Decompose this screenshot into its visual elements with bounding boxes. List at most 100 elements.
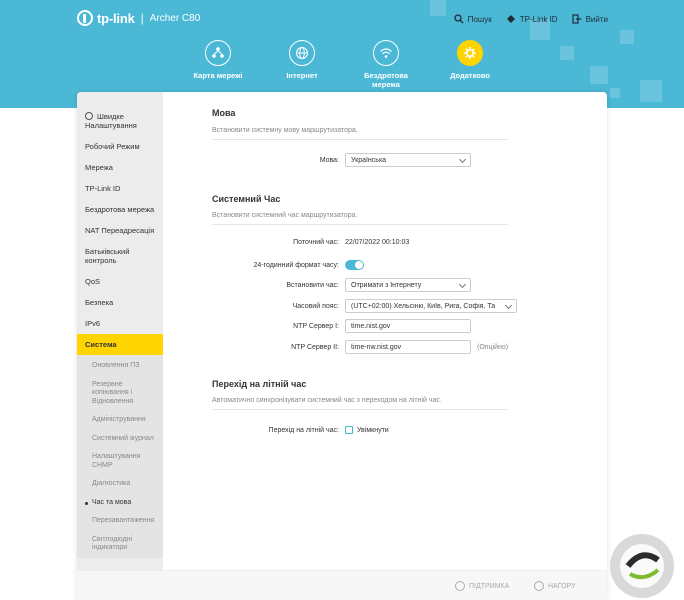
sidebar-item-label: Бездротова мережа [85,205,155,214]
time-format-row: 24-годинний формат часу: [163,260,364,270]
logout-icon [571,14,582,24]
sidebar-subitem-firmware[interactable]: Оновлення ПЗ [77,357,163,376]
set-time-select-value: Отримати з Інтернету [351,281,422,289]
brand-separator: | [140,11,144,25]
sidebar: Швидке Налаштування Робочий Режим Мережа… [77,92,163,570]
sidebar-subitem-led[interactable]: Світлодіодні індикатори [77,531,163,558]
wifi-icon [373,40,399,66]
timezone-row: Часовий пояс: (UTC+02:00) Хельсінкі, Киї… [163,299,517,313]
decor-pixel [620,30,634,44]
chevron-down-icon [504,301,513,310]
sidebar-item-label: NAT Переадресація [85,226,155,235]
dst-row: Перехід на літній час: Увімкнути [163,426,389,434]
tab-wireless[interactable]: Бездротова мережа [344,40,428,89]
tab-internet[interactable]: Інтернет [260,40,344,89]
sidebar-subitem-admin[interactable]: Адміністрування [77,411,163,430]
sidebar-subitem-label: Налаштування СНМР [92,453,141,469]
ntp1-value: time.nist.gov [351,322,391,330]
dst-checkbox-label[interactable]: Увімкнути [357,427,389,434]
sidebar-item-system[interactable]: Система [77,334,163,355]
main-panel: Швидке Налаштування Робочий Режим Мережа… [77,92,607,600]
sidebar-item-qos[interactable]: QoS [77,271,163,292]
decor-pixel [560,46,574,60]
dst-section-desc: Автоматично синхронізувати системний час… [212,397,508,410]
logout-label: Вийти [585,14,608,24]
brand-logo[interactable]: tp-link | Archer C80 [77,10,200,26]
sidebar-subitem-label: Резервне копіювання і Відновлення [92,380,134,405]
chevron-down-icon [458,280,467,289]
sidebar-item-network[interactable]: Мережа [77,157,163,178]
search-link[interactable]: Пошук [454,14,492,24]
content-area: Мова Встановити системну мову маршрутиза… [163,92,607,570]
sidebar-item-operation-mode[interactable]: Робочий Режим [77,136,163,157]
tplink-id-icon [506,15,515,23]
set-time-select[interactable]: Отримати з Інтернету [345,278,471,292]
sidebar-subitem-label: Адміністрування [92,416,146,423]
sidebar-subitem-time-language[interactable]: Час та мова [77,494,163,513]
dst-label: Перехід на літній час: [268,426,339,434]
sidebar-subitem-label: Світлодіодні індикатори [92,535,133,552]
sidebar-item-label: Безпека [85,298,114,307]
tab-advanced[interactable]: Додатково [428,40,512,89]
timezone-label: Часовий пояс: [292,302,339,310]
search-link-label: Пошук [467,14,492,24]
dst-checkbox[interactable] [345,426,353,434]
sidebar-item-tplink-id[interactable]: TP-Link ID [77,178,163,199]
sidebar-subitem-diagnostics[interactable]: Діагностика [77,475,163,494]
support-icon [455,581,465,591]
sidebar-item-security[interactable]: Безпека [77,292,163,313]
sidebar-item-label: QoS [85,277,101,286]
decor-pixel [590,66,608,84]
ntp2-value: time-nw.nist.gov [351,343,402,351]
time-format-label: 24-годинний формат часу: [253,261,339,269]
current-time-row: Поточний час: 22/07/2022 00:10:03 [163,239,409,246]
gear-icon [457,40,483,66]
sidebar-subitem-reboot[interactable]: Перезавантаження [77,512,163,531]
decor-pixel [640,80,662,102]
chevron-down-icon [458,155,467,164]
tab-wireless-label: Бездротова мережа [364,71,408,89]
dst-section-title: Перехід на літній час [212,379,307,389]
sidebar-item-quick-setup[interactable]: Швидке Налаштування [77,106,163,136]
time-format-toggle[interactable] [345,260,364,270]
tab-internet-label: Інтернет [286,71,318,80]
support-link[interactable]: ПІДТРИМКА [455,581,509,591]
sidebar-item-ipv6[interactable]: IPv6 [77,313,163,334]
tplink-id-label: TP-Link ID [519,14,558,24]
network-map-icon [205,40,231,66]
language-label: Мова: [319,156,339,164]
decor-pixel [430,0,446,16]
sidebar-item-parental[interactable]: Батьківський контроль [77,241,163,271]
tplink-id-link[interactable]: TP-Link ID [506,14,558,24]
sidebar-item-nat[interactable]: NAT Переадресація [77,220,163,241]
language-select[interactable]: Українська [345,153,471,167]
ntp1-row: NTP Сервер I: time.nist.gov [163,319,471,333]
top-links: Пошук TP-Link ID Вийти [454,14,608,24]
ntp2-label: NTP Сервер II: [291,343,339,351]
brand-name: tp-link [97,10,135,26]
sidebar-subitem-backup[interactable]: Резервне копіювання і Відновлення [77,376,163,412]
time-section-title: Системний Час [212,194,281,204]
logout-link[interactable]: Вийти [571,14,608,24]
quick-setup-gear-icon [85,112,93,120]
search-icon [454,14,464,24]
ntp2-input[interactable]: time-nw.nist.gov [345,340,471,354]
sidebar-subitem-label: Системний журнал [92,434,154,442]
tab-network-map[interactable]: Карта мережі [176,40,260,89]
sidebar-item-wireless[interactable]: Бездротова мережа [77,199,163,220]
model-name: Archer C80 [149,12,201,24]
ntp1-input[interactable]: time.nist.gov [345,319,471,333]
sidebar-subitem-label: Час та мова [92,498,132,506]
sidebar-subitem-syslog[interactable]: Системний журнал [77,430,163,449]
timezone-select-value: (UTC+02:00) Хельсінкі, Київ, Рига, Софія… [351,302,496,310]
set-time-row: Встановити час: Отримати з Інтернету [163,278,471,292]
tab-advanced-label: Додатково [450,71,490,80]
decor-pixel [610,88,620,98]
sidebar-subitem-snmp[interactable]: Налаштування СНМР [77,448,163,475]
watermark-logo [610,534,674,598]
sidebar-item-label: Робочий Режим [85,142,140,151]
timezone-select[interactable]: (UTC+02:00) Хельсінкі, Київ, Рига, Софія… [345,299,517,313]
back-to-top-label: НАГОРУ [548,582,576,590]
back-to-top-link[interactable]: НАГОРУ [534,581,576,591]
time-section-desc: Встановити системний час маршрутизатора. [212,212,508,225]
